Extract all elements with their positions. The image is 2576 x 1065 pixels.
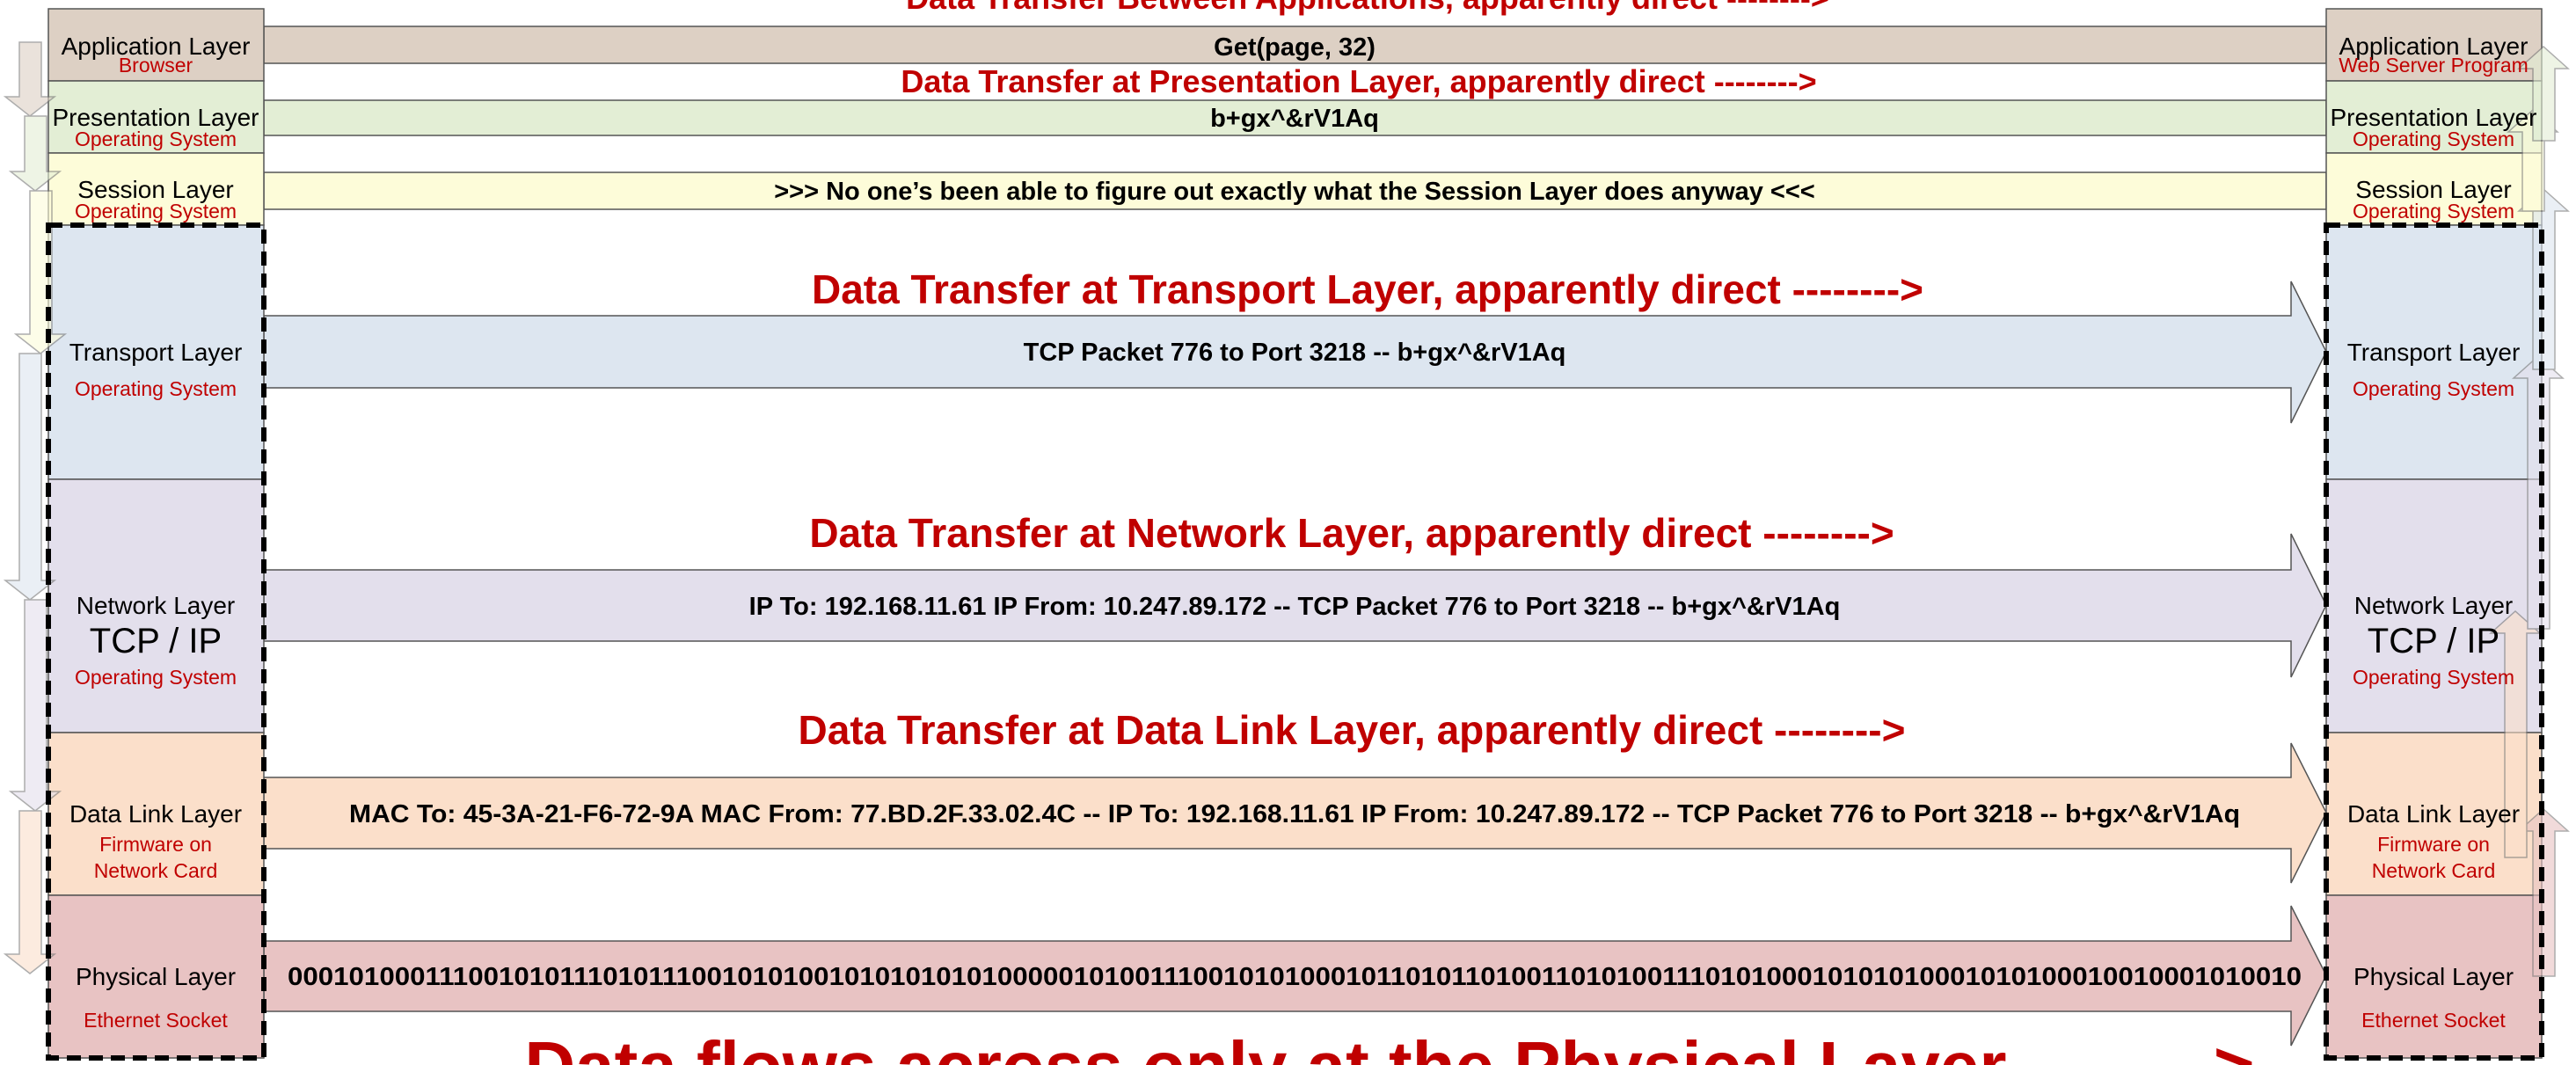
right-datalink-sub1: Firmware on <box>2377 833 2490 856</box>
right-stack <box>2325 8 2543 1059</box>
payload-network: IP To: 192.168.11.61 IP From: 10.247.89.… <box>749 593 1841 621</box>
right-transport-sub: Operating System <box>2353 377 2514 400</box>
right-application-sub: Web Server Program <box>2339 54 2529 77</box>
right-network-sub: Operating System <box>2353 666 2514 689</box>
left-physical-sub: Ethernet Socket <box>84 1009 228 1032</box>
left-stack <box>47 8 265 1059</box>
right-network-name: Network Layer <box>2354 592 2514 619</box>
right-transport-name: Transport Layer <box>2347 339 2521 366</box>
heading-network: Data Transfer at Network Layer, apparent… <box>809 510 1894 556</box>
payload-session: >>> No one’s been able to figure out exa… <box>774 178 1815 206</box>
down-arrow-application <box>3 41 57 117</box>
right-physical-name: Physical Layer <box>2353 963 2514 990</box>
left-datalink-sub2: Network Card <box>94 859 218 882</box>
osi-model-diagram: Application Layer Browser Presentation L… <box>3 0 2570 1065</box>
left-datalink-name: Data Link Layer <box>69 800 242 828</box>
left-transport-name: Transport Layer <box>69 339 243 366</box>
left-session-sub: Operating System <box>75 200 237 222</box>
left-transport-sub: Operating System <box>75 377 237 400</box>
left-network-sub: Operating System <box>75 666 237 689</box>
heading-physical: Data flows across only at the Physical L… <box>524 1027 2254 1065</box>
left-presentation-sub: Operating System <box>75 128 237 150</box>
payload-physical: 0001010001110010101110101110010101001010… <box>288 963 2302 991</box>
left-datalink-sub1: Firmware on <box>99 833 212 856</box>
heading-application: Data Transfer Between Applications, appa… <box>906 0 1829 16</box>
right-physical-sub: Ethernet Socket <box>2361 1009 2506 1032</box>
payload-transport: TCP Packet 776 to Port 3218 -- b+gx^&rV1… <box>1024 339 1566 367</box>
right-datalink-name: Data Link Layer <box>2347 800 2520 828</box>
right-datalink-sub2: Network Card <box>2372 859 2496 882</box>
left-network-name: Network Layer <box>77 592 236 619</box>
right-session-sub: Operating System <box>2353 200 2514 222</box>
heading-presentation: Data Transfer at Presentation Layer, app… <box>901 63 1816 99</box>
heading-datalink: Data Transfer at Data Link Layer, appare… <box>799 707 1906 753</box>
left-physical-name: Physical Layer <box>76 963 236 990</box>
right-network-protocol: TCP / IP <box>2368 622 2499 660</box>
heading-transport: Data Transfer at Transport Layer, appare… <box>812 266 1923 312</box>
transfer-headings: Data Transfer Between Applications, appa… <box>524 0 2254 1065</box>
payload-application: Get(page, 32) <box>1214 33 1376 62</box>
left-network-protocol: TCP / IP <box>90 622 222 660</box>
payload-presentation: b+gx^&rV1Aq <box>1210 105 1379 133</box>
right-presentation-sub: Operating System <box>2353 128 2514 150</box>
left-application-sub: Browser <box>119 54 193 77</box>
payload-datalink: MAC To: 45-3A-21-F6-72-9A MAC From: 77.B… <box>349 800 2240 828</box>
